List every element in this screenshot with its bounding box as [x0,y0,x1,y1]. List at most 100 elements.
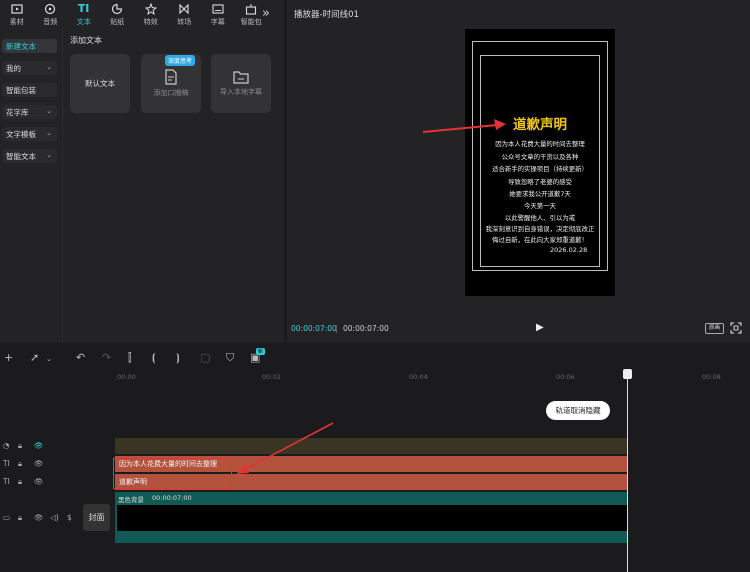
sidebar-item-label: 文字模板 [6,129,36,139]
chevron-down-icon: ⌄ [46,107,52,115]
sidebar-item-flower-text[interactable]: 花字库 ⌄ [2,105,57,119]
sidebar-item-mine[interactable]: 我的 ⌄ [2,61,57,75]
tab-text[interactable]: TI 文本 [67,0,101,30]
sidebar-item-smart-text[interactable]: 智能文本 ⌄ [2,149,57,163]
lock-icon[interactable]: 🔒︎ [18,513,22,523]
sidebar-item-label: 智能包装 [6,85,36,95]
tab-subtitle[interactable]: 字幕 [201,0,235,30]
card-label: 默认文本 [85,79,115,88]
redo-icon[interactable]: ↷ [102,351,111,364]
sidebar-item-new-text[interactable]: 新建文本 [2,39,57,53]
shield-icon[interactable]: ⛉ [226,351,234,365]
sidebar-item-label: 花字库 [6,107,29,117]
timeline-toolbar [0,346,750,370]
sidebar-item-text-template[interactable]: 文字模板 ⌄ [2,127,57,141]
timecode-separator: | [335,324,338,333]
tab-sticker[interactable]: 贴纸 [101,0,135,30]
ratio-button[interactable]: 原画 [705,323,724,334]
audio-icon [45,3,56,15]
chevron-down-icon[interactable]: ⌄ [46,355,52,363]
ruler-tick: 00:02 [262,373,281,381]
split-right-icon[interactable]: ⦘ [176,351,180,365]
eye-icon[interactable]: 👁︎ [34,441,44,450]
card-label: 添加口播稿 [153,89,189,97]
text-icon: TI [77,2,90,15]
preview-line: 我深刻意识到自身错误，决定彻底改正 [485,225,595,233]
subtitle-icon [212,4,224,14]
more-tabs-icon[interactable]: » [262,6,270,21]
play-icon[interactable]: ▶ [536,322,544,333]
volume-icon[interactable]: ◁) [50,513,59,522]
preview-line: 适合新手的实操项目（持续更新） [492,165,588,173]
preview-line: 公众号文章的干货以及各种 [501,153,579,161]
tab-label: 文本 [76,18,91,26]
lock-icon[interactable]: 🔒︎ [18,441,22,451]
eye-icon[interactable]: 👁︎ [34,459,44,468]
sticker-icon [112,3,123,15]
divider [62,30,63,343]
undo-icon[interactable]: ↶ [76,351,85,364]
effect-clip[interactable] [115,438,627,454]
video-clip-duration: 00:00:07:00 [152,494,192,502]
top-tab-bar: 素材 音频 TI 文本 贴纸 特效 转场 字幕 智能包 [0,0,284,30]
deep-think-badge: 深度思考 [165,55,196,66]
import-subtitle-card[interactable]: 导入本地字幕 [211,54,271,113]
lock-icon[interactable]: 🔒︎ [18,477,22,487]
text-track-icon: TI [3,477,10,486]
add-track-icon[interactable]: + [4,351,13,364]
playhead-handle[interactable] [623,369,632,379]
lock-icon[interactable]: 🔒︎ [18,459,22,469]
timeline-ruler[interactable] [115,370,750,382]
sidebar-item-label: 我的 [6,63,21,73]
video-thumbnail [117,505,627,531]
tab-effect[interactable]: 特效 [134,0,168,30]
tab-audio[interactable]: 音频 [34,0,68,30]
eye-icon[interactable]: 👁︎ [34,477,44,486]
highlight-box [113,458,232,489]
preview-line: 悔过自新，在此向大家郑重道歉！ [492,236,588,244]
delete-icon[interactable]: ▢ [200,351,210,364]
select-cursor-icon[interactable]: ➚ [30,351,39,364]
fullscreen-icon[interactable] [730,322,742,334]
split-icon[interactable]: ⫿ [128,351,132,365]
tab-label: 贴纸 [110,18,125,26]
chevron-down-icon: ⌄ [46,63,52,71]
playhead-line[interactable] [627,374,628,572]
smart-pack-icon [246,4,257,15]
text-track-icon: TI [3,459,10,468]
speed-icon[interactable]: $ [67,513,72,522]
chevron-down-icon: ⌄ [46,129,52,137]
tab-media[interactable]: 素材 [0,0,34,30]
preview-line: 导致忽略了老婆的感受 [508,178,572,186]
video-track-icon: ▭ [3,513,11,522]
preview-date: 2026.02.28 [550,246,588,254]
folder-icon [233,71,249,84]
tab-label: 转场 [177,18,192,26]
preview-line: 今天第一天 [524,202,556,210]
chevron-down-icon: ⌄ [46,151,52,159]
tab-label: 素材 [9,18,24,26]
effect-icon [144,3,157,15]
default-text-card[interactable]: 默认文本 [70,54,130,113]
sidebar-item-label: 新建文本 [6,41,36,51]
unhide-track-button[interactable]: 轨道取消隐藏 [546,401,610,420]
sidebar-item-smart-packaging[interactable]: 智能包装 [2,83,57,97]
video-clip-label: 黑色背景 [118,496,144,504]
split-left-icon[interactable]: ⦗ [152,351,156,365]
total-timecode: 00:00:07:00 [343,324,389,333]
cover-button[interactable]: 封面 [83,504,110,531]
tab-label: 特效 [143,18,158,26]
ruler-tick: 00:08 [702,373,721,381]
new-badge: 新 [256,348,266,355]
ruler-tick: 00:04 [409,373,428,381]
eye-icon[interactable]: 👁︎ [34,513,44,522]
player-title: 播放器-时间线01 [294,10,359,20]
media-icon [11,4,23,14]
preview-line: 她要求我公开道歉7天 [509,190,571,198]
ruler-tick: 00:00 [117,373,136,381]
current-timecode: 00:00:07:00 [291,324,337,333]
tab-label: 智能包 [240,18,262,26]
text-sidebar [0,32,62,343]
tab-transition[interactable]: 转场 [168,0,202,30]
document-icon [165,69,177,85]
